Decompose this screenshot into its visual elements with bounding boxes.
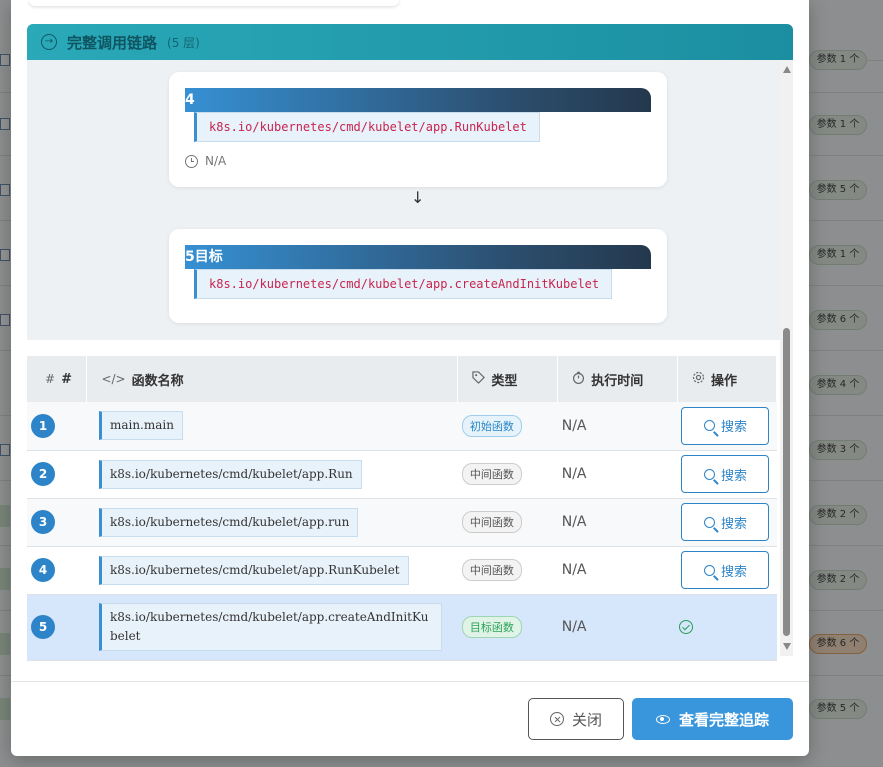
chain-node-function: k8s.io/kubernetes/cmd/kubelet/app.create… (194, 269, 613, 299)
row-exec-time: N/A (561, 562, 587, 578)
tag-icon (472, 371, 486, 387)
row-index-badge: 5 (31, 615, 55, 639)
chain-node-card: 4 k8s.io/kubernetes/cmd/kubelet/app.RunK… (169, 72, 667, 187)
row-exec-time: N/A (561, 619, 587, 635)
scroll-down-arrow-icon[interactable] (783, 643, 791, 650)
row-exec-time: N/A (561, 466, 587, 482)
row-type-badge: 中间函数 (461, 559, 522, 581)
search-button-label: 搜索 (720, 468, 747, 484)
row-function-name: k8s.io/kubernetes/cmd/kubelet/app.create… (98, 603, 442, 651)
table-row-target: 5 k8s.io/kubernetes/cmd/kubelet/app.crea… (27, 594, 777, 660)
call-chain-table: # # </> 函数名称 类型 执行时间 操作 1 main.main 初始函数… (27, 356, 778, 660)
footer-divider (11, 681, 809, 682)
arrow-circle-icon: → (41, 34, 57, 50)
chain-down-arrow-icon: ↓ (411, 188, 425, 207)
chain-visual-area: 4 k8s.io/kubernetes/cmd/kubelet/app.RunK… (27, 60, 793, 340)
row-search-button[interactable]: 搜索 (681, 503, 770, 541)
chain-node-time-value: N/A (205, 154, 227, 168)
search-icon (703, 420, 715, 432)
search-icon (703, 564, 715, 576)
chain-section-header: → 完整调用链路 (5 层) (27, 24, 793, 60)
chain-node-time: N/A (185, 154, 226, 168)
row-exec-time: N/A (561, 514, 587, 530)
scroll-thumb[interactable] (783, 328, 790, 636)
row-type-badge: 中间函数 (461, 511, 522, 533)
row-function-name: main.main (98, 411, 183, 441)
chain-node-header: 5目标 (185, 245, 651, 269)
row-search-button[interactable]: 搜索 (681, 406, 770, 445)
gear-icon (692, 371, 705, 387)
th-time: 执行时间 (557, 356, 678, 402)
row-type-badge: 目标函数 (461, 616, 522, 638)
stopwatch-icon (572, 371, 585, 387)
clock-icon (185, 154, 198, 168)
th-name-label: 函数名称 (131, 373, 184, 389)
eye-icon (655, 714, 670, 724)
th-type-label: 类型 (491, 373, 518, 389)
previous-panel-edge (29, 0, 399, 6)
search-button-label: 搜索 (720, 564, 747, 580)
row-function-name: k8s.io/kubernetes/cmd/kubelet/app.run (98, 507, 359, 537)
search-button-label: 搜索 (720, 420, 747, 436)
modal-scrollbar[interactable] (780, 60, 793, 656)
chain-node-header: 4 (185, 88, 651, 112)
th-index: # # (27, 356, 88, 402)
th-index-label: # (61, 371, 72, 387)
table-row: 1 main.main 初始函数 N/A 搜索 (27, 402, 777, 450)
search-button-label: 搜索 (720, 516, 747, 532)
th-action-label: 操作 (710, 373, 737, 389)
table-row: 3 k8s.io/kubernetes/cmd/kubelet/app.run … (27, 498, 777, 546)
search-icon (703, 468, 715, 480)
row-type-badge: 中间函数 (461, 463, 522, 485)
view-full-trace-button[interactable]: 查看完整追踪 (632, 698, 793, 740)
th-type: 类型 (457, 356, 559, 402)
scroll-up-arrow-icon[interactable] (783, 66, 791, 73)
row-exec-time: N/A (561, 417, 587, 434)
th-time-label: 执行时间 (591, 373, 644, 389)
row-index-badge: 3 (31, 510, 55, 534)
search-icon (703, 516, 715, 528)
code-icon: </> (101, 372, 126, 386)
row-function-name: k8s.io/kubernetes/cmd/kubelet/app.Run (98, 459, 362, 489)
chain-node-function: k8s.io/kubernetes/cmd/kubelet/app.RunKub… (194, 112, 540, 142)
row-search-button[interactable]: 搜索 (681, 455, 770, 493)
row-search-button[interactable]: 搜索 (681, 551, 770, 589)
chain-title: 完整调用链路 (67, 33, 158, 52)
chain-layer-count: (5 层) (167, 35, 200, 50)
th-action: 操作 (677, 356, 778, 402)
row-index-badge: 2 (31, 462, 55, 486)
row-index-badge: 1 (31, 413, 55, 438)
view-full-trace-label: 查看完整追踪 (678, 710, 769, 729)
table-header-row: # # </> 函数名称 类型 执行时间 操作 (27, 356, 778, 402)
check-circle-icon (679, 620, 694, 634)
chain-node-card-target: 5目标 k8s.io/kubernetes/cmd/kubelet/app.cr… (169, 229, 667, 323)
close-circle-icon (549, 712, 564, 726)
th-name: </> 函数名称 (86, 356, 459, 402)
table-row: 4 k8s.io/kubernetes/cmd/kubelet/app.RunK… (27, 546, 777, 594)
row-index-badge: 4 (31, 558, 55, 582)
table-row: 2 k8s.io/kubernetes/cmd/kubelet/app.Run … (27, 450, 777, 498)
row-type-badge: 初始函数 (461, 414, 522, 437)
close-button[interactable]: 关闭 (528, 698, 624, 740)
hash-icon: # (45, 372, 56, 386)
call-chain-modal: → 完整调用链路 (5 层) 4 k8s.io/kubernetes/cmd/k… (11, 0, 809, 756)
row-function-name: k8s.io/kubernetes/cmd/kubelet/app.RunKub… (98, 555, 409, 585)
close-button-label: 关闭 (571, 710, 602, 729)
